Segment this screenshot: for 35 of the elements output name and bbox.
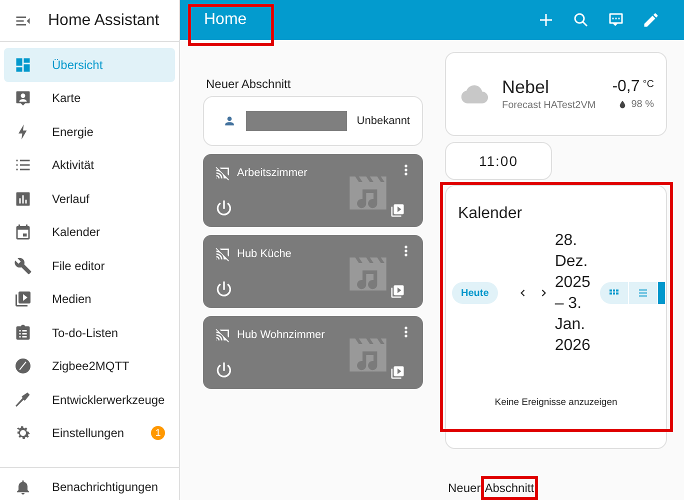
sidebar-item[interactable]: Einstellungen 1 [4, 416, 175, 450]
sidebar-item[interactable]: File editor [4, 249, 175, 282]
media-player-name: Hub Wohnzimmer [237, 328, 325, 343]
humidity: 98 % [631, 98, 654, 112]
person-state: Unbekannt [356, 114, 410, 129]
media-player-card[interactable]: Hub Wohnzimmer [203, 316, 423, 389]
person-card[interactable]: Unbekannt [203, 96, 423, 146]
temperature-unit: °C [642, 78, 654, 92]
sidebar-item[interactable]: Entwicklerwerkzeuge [4, 383, 175, 416]
sidebar-item[interactable]: Verlauf [4, 182, 175, 216]
sidebar-item[interactable]: Benachrichtigungen [0, 476, 179, 498]
media-player-card[interactable]: Hub Küche [203, 235, 423, 308]
temperature: -0,7 [612, 76, 640, 96]
highlighted-section-title: Abschnitt [480, 476, 538, 500]
forecast-source: Forecast HATest2VM [502, 98, 596, 112]
section-title: Neuer [448, 480, 481, 497]
calendar-title: Kalender [458, 204, 524, 224]
sidebar-item[interactable]: To-do-Listen [4, 316, 175, 350]
media-player-name: Arbeitszimmer [237, 166, 308, 181]
empty-message: Keine Ereignisse anzuzeigen [494, 396, 618, 410]
sidebar-item[interactable]: Karte [4, 82, 175, 115]
clock-time: 11:00 [479, 152, 518, 170]
sidebar-item[interactable]: Kalender [4, 216, 175, 249]
date-range: 28. Dez. 2025 – 3. Jan. 2026 [554, 231, 592, 356]
media-player-card[interactable]: Arbeitszimmer [203, 154, 423, 227]
page-title: Home [204, 10, 247, 30]
sidebar-item[interactable]: Medien [4, 282, 175, 316]
app-title: Home Assistant [48, 10, 160, 30]
section-title: Neuer Abschnitt [205, 76, 292, 93]
sidebar-item[interactable]: Aktivität [4, 148, 175, 182]
weather-condition: Nebel [502, 76, 550, 98]
media-player-name: Hub Küche [237, 247, 292, 262]
sidebar-item[interactable]: Energie [4, 115, 175, 148]
notification-badge: 1 [151, 426, 165, 440]
sidebar-item[interactable]: Zigbee2MQTT [4, 350, 175, 383]
